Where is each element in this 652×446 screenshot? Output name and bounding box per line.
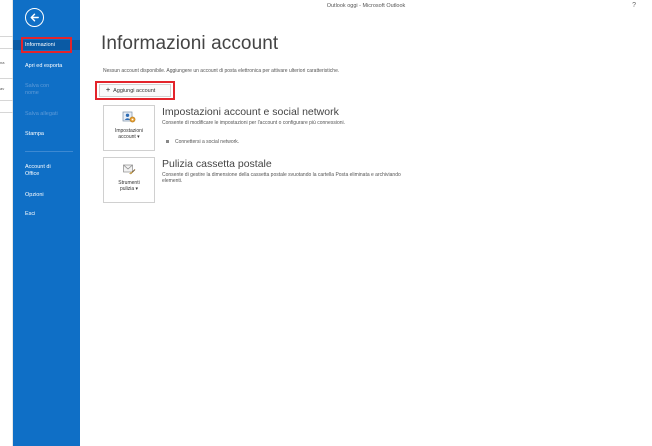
nav-item-account-di-office[interactable]: Account di Office [13,164,63,178]
window-title: Outlook oggi - Microsoft Outlook [326,3,406,9]
nav-item-label: Salva allegati [25,111,58,117]
section-description: Consente di modificare le impostazioni p… [162,120,346,126]
bullet-icon [166,140,169,144]
background-window-edge: na av [0,0,13,446]
divider [0,112,13,113]
nav-item-apri-ed-esporta[interactable]: Apri ed esporta [13,63,80,70]
nav-item-label: Account di Office [25,164,51,177]
divider [0,78,13,79]
nav-item-salva-allegati[interactable]: Salva allegati [13,111,80,118]
account-settings-button[interactable]: Impostazioni account ▾ [103,105,155,151]
divider [0,36,13,37]
tile-label: account ▾ [118,134,140,140]
social-network-link[interactable]: Connettersi a social network. [166,139,239,145]
section-title: Pulizia cassetta postale [162,158,272,170]
divider [0,100,13,101]
nav-item-label: Apri ed esporta [25,63,63,69]
no-account-message: Nessun account disponibile. Aggiungere u… [103,68,340,74]
nav-item-opzioni[interactable]: Opzioni [13,192,80,199]
mailbox-cleanup-icon [123,164,136,175]
nav-item-label: Esci [25,211,36,217]
section-title: Impostazioni account e social network [162,106,339,118]
divider [0,48,13,49]
nav-item-salva-con-nome[interactable]: Salva con nome [13,83,61,97]
nav-item-stampa[interactable]: Stampa [13,131,80,138]
section-description: Consente di gestire la dimensione della … [162,172,401,185]
help-button[interactable]: ? [632,2,636,9]
nav-separator [25,151,73,152]
highlight-box [95,81,175,100]
nav-item-label: Stampa [25,131,44,137]
highlight-box [21,37,72,53]
bullet-label: Connettersi a social network. [175,139,240,145]
backstage-nav: Informazioni Apri ed esporta Salva con n… [13,0,80,446]
nav-item-label: Salva con nome [25,83,50,96]
back-button[interactable] [25,8,44,27]
page-title: Informazioni account [101,33,279,54]
nav-item-label: Opzioni [25,192,44,198]
nav-item-esci[interactable]: Esci [13,211,80,218]
account-settings-icon [122,111,136,123]
background-text: av [0,86,5,91]
back-arrow-icon [30,13,39,22]
background-text: na [0,60,5,65]
tile-label: pulizia ▾ [119,186,139,192]
cleanup-tools-button[interactable]: Strumenti pulizia ▾ [103,157,155,203]
